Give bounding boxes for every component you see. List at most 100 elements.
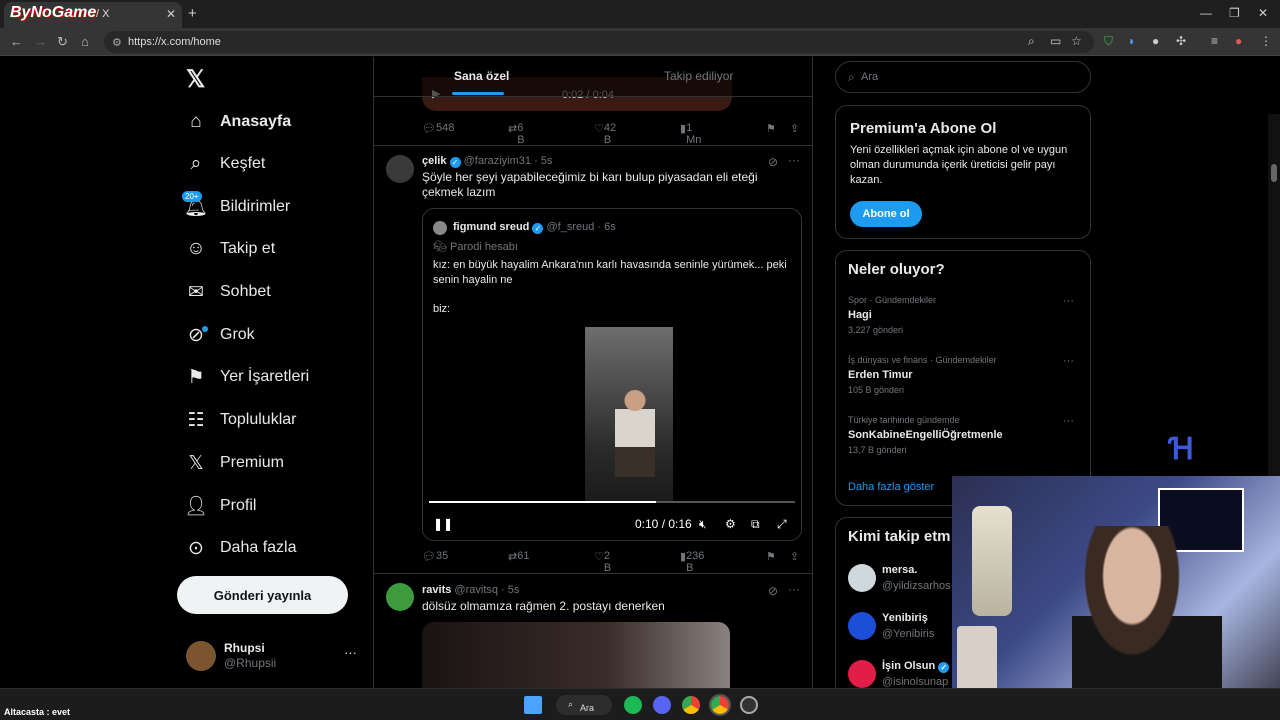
- discord-icon[interactable]: [653, 696, 671, 714]
- close-window-icon[interactable]: ✕: [1258, 6, 1268, 20]
- cast-icon[interactable]: ▭: [1050, 34, 1061, 48]
- extension-shield-icon[interactable]: ⛉: [1104, 34, 1113, 49]
- nav-follow[interactable]: ☺ Takip et: [184, 231, 275, 267]
- nav-premium[interactable]: 𝕏 Premium: [184, 445, 284, 481]
- reply-action[interactable]: 💬︎ 548: [422, 122, 454, 135]
- suggestion-name-text: İşin Olsun: [882, 660, 936, 672]
- zoom-icon[interactable]: ⌕: [1028, 34, 1035, 49]
- video-progress-bar[interactable]: [429, 501, 795, 503]
- stream-logo-icon: Ɦ: [1170, 433, 1195, 466]
- author-handle[interactable]: @ravitsq: [454, 584, 498, 596]
- subscribe-button[interactable]: Abone ol: [850, 201, 922, 227]
- back-icon[interactable]: ←: [10, 34, 23, 49]
- bookmark-action-icon[interactable]: ⚑: [766, 550, 776, 563]
- browser-menu-icon[interactable]: ⋮: [1260, 34, 1272, 48]
- nav-notifications[interactable]: 🔔︎ 20+ Bildirimler: [182, 189, 290, 225]
- scrollbar-thumb[interactable]: [1271, 164, 1277, 182]
- nav-profile[interactable]: 👤︎ Profil: [184, 488, 256, 524]
- taskbar-search[interactable]: ⌕ Ara: [556, 695, 612, 715]
- reply-action[interactable]: 💬︎ 35: [422, 550, 448, 563]
- like-count: 42 B: [603, 122, 617, 146]
- quoted-post[interactable]: figmund sreud ✓ @f_sreud · 6s 🎭︎ Parodi …: [422, 208, 802, 541]
- share-action-icon[interactable]: ⇪: [790, 550, 799, 563]
- post-time[interactable]: 5s: [541, 155, 553, 167]
- repost-action[interactable]: ⇄ 6 B: [508, 122, 525, 146]
- home-button-icon[interactable]: ⌂: [81, 34, 89, 49]
- reload-icon[interactable]: ↻: [57, 34, 68, 50]
- grok-analyze-icon[interactable]: ⊘: [768, 155, 778, 169]
- trend-item[interactable]: Türkiye tarihinde gündemde SonKabineEnge…: [848, 415, 1080, 455]
- nav-explore[interactable]: ⌕ Keşfet: [184, 146, 266, 182]
- like-action[interactable]: ♡ 2 B: [594, 550, 611, 574]
- picture-in-picture-icon[interactable]: ⧉: [751, 517, 760, 532]
- settings-icon[interactable]: ⚙: [725, 517, 736, 531]
- url-field[interactable]: ⚙ https://x.com/home: [104, 31, 1094, 53]
- trend-item[interactable]: Spor · Gündemdekiler Hagi 3.227 gönderi …: [848, 295, 1080, 335]
- extension-audio-icon[interactable]: ◗: [1128, 34, 1135, 48]
- chrome-icon[interactable]: [682, 696, 700, 714]
- browser-tab[interactable]: ByNoGame / X ✕: [4, 2, 182, 28]
- profile-icon: 👤︎: [184, 496, 209, 517]
- account-switcher[interactable]: Rhupsi @Rhupsii ···: [186, 641, 366, 671]
- views-action[interactable]: ▮ 236 B: [680, 550, 704, 574]
- follow-title: Kimi takip etm: [848, 528, 951, 545]
- extensions-puzzle-icon[interactable]: ✣: [1176, 34, 1186, 48]
- cup: [957, 626, 997, 696]
- author-name[interactable]: ravits: [422, 584, 451, 596]
- tab-for-you[interactable]: Sana özel: [454, 69, 509, 83]
- new-tab-icon[interactable]: +: [188, 5, 197, 22]
- nav-home[interactable]: ⌂ Anasayfa: [184, 104, 291, 140]
- grok-analyze-icon[interactable]: ⊘: [768, 584, 778, 598]
- forward-icon[interactable]: →: [34, 34, 47, 49]
- author-handle[interactable]: @faraziyim31: [464, 155, 531, 167]
- nav-grok[interactable]: ⊘ Grok: [184, 317, 255, 353]
- trend-item[interactable]: İş dünyası ve finans · Gündemdekiler Erd…: [848, 355, 1080, 395]
- bookmark-action-icon[interactable]: ⚑: [766, 122, 776, 135]
- repost-action[interactable]: ⇄ 61: [508, 550, 529, 563]
- post-button[interactable]: Gönderi yayınla: [177, 576, 348, 614]
- account-more-icon[interactable]: ···: [344, 645, 357, 660]
- post-more-icon[interactable]: ···: [788, 153, 800, 167]
- pause-icon[interactable]: ❚❚: [433, 517, 453, 531]
- star-icon[interactable]: ☆: [1071, 34, 1082, 48]
- media-control-icon[interactable]: ≡: [1211, 34, 1218, 48]
- spotify-icon[interactable]: [624, 696, 642, 714]
- nav-communities[interactable]: ☷ Topluluklar: [184, 402, 296, 438]
- nav-messages[interactable]: ✉ Sohbet: [184, 274, 271, 310]
- trend-more-icon[interactable]: ···: [1063, 355, 1074, 367]
- avatar[interactable]: [386, 155, 414, 183]
- like-action[interactable]: ♡ 42 B: [594, 122, 616, 146]
- account-name: Rhupsi: [224, 641, 265, 655]
- suggestion-handle: @Yenibiris: [882, 628, 935, 640]
- taskbar-search-label: ⌕ Ara: [568, 699, 595, 713]
- chrome-active-icon[interactable]: [709, 694, 731, 716]
- author-name[interactable]: çelik: [422, 155, 446, 167]
- trend-more-icon[interactable]: ···: [1063, 295, 1074, 307]
- views-action[interactable]: ▮ 1 Mn: [680, 122, 701, 146]
- post-time[interactable]: 5s: [508, 584, 520, 596]
- video-player[interactable]: ❚❚ 0:10 / 0:16 🔇︎ ⚙ ⧉ ⤢: [423, 327, 801, 540]
- site-info-icon[interactable]: ⚙: [112, 36, 122, 49]
- nav-more[interactable]: ⊙ Daha fazla: [184, 530, 296, 566]
- post-media[interactable]: [422, 622, 730, 688]
- show-more-link[interactable]: Daha fazla göster: [848, 481, 934, 493]
- maximize-icon[interactable]: ❐: [1229, 6, 1240, 20]
- trend-more-icon[interactable]: ···: [1063, 415, 1074, 427]
- tab-following[interactable]: Takip ediliyor: [664, 69, 733, 83]
- extension-avatar-icon[interactable]: ●: [1152, 34, 1159, 48]
- fullscreen-icon[interactable]: ⤢: [777, 517, 787, 532]
- quote-text: kız: en büyük hayalim Ankara'nın karlı h…: [433, 259, 787, 286]
- start-icon[interactable]: [524, 696, 542, 714]
- profile-avatar-icon[interactable]: ●: [1235, 34, 1242, 48]
- post-more-icon[interactable]: ···: [788, 582, 800, 596]
- minimize-icon[interactable]: —: [1200, 6, 1212, 20]
- x-logo-icon[interactable]: 𝕏: [186, 65, 205, 94]
- mute-icon[interactable]: 🔇︎: [699, 517, 707, 532]
- tab-close-icon[interactable]: ✕: [166, 7, 176, 21]
- quote-author-handle: @f_sreud: [546, 221, 595, 233]
- obs-icon[interactable]: [740, 696, 758, 714]
- nav-bookmarks[interactable]: ⚑ Yer İşaretleri: [184, 359, 309, 395]
- avatar[interactable]: [386, 583, 414, 611]
- share-action-icon[interactable]: ⇪: [790, 122, 799, 135]
- search-input[interactable]: ⌕ Ara: [835, 61, 1091, 93]
